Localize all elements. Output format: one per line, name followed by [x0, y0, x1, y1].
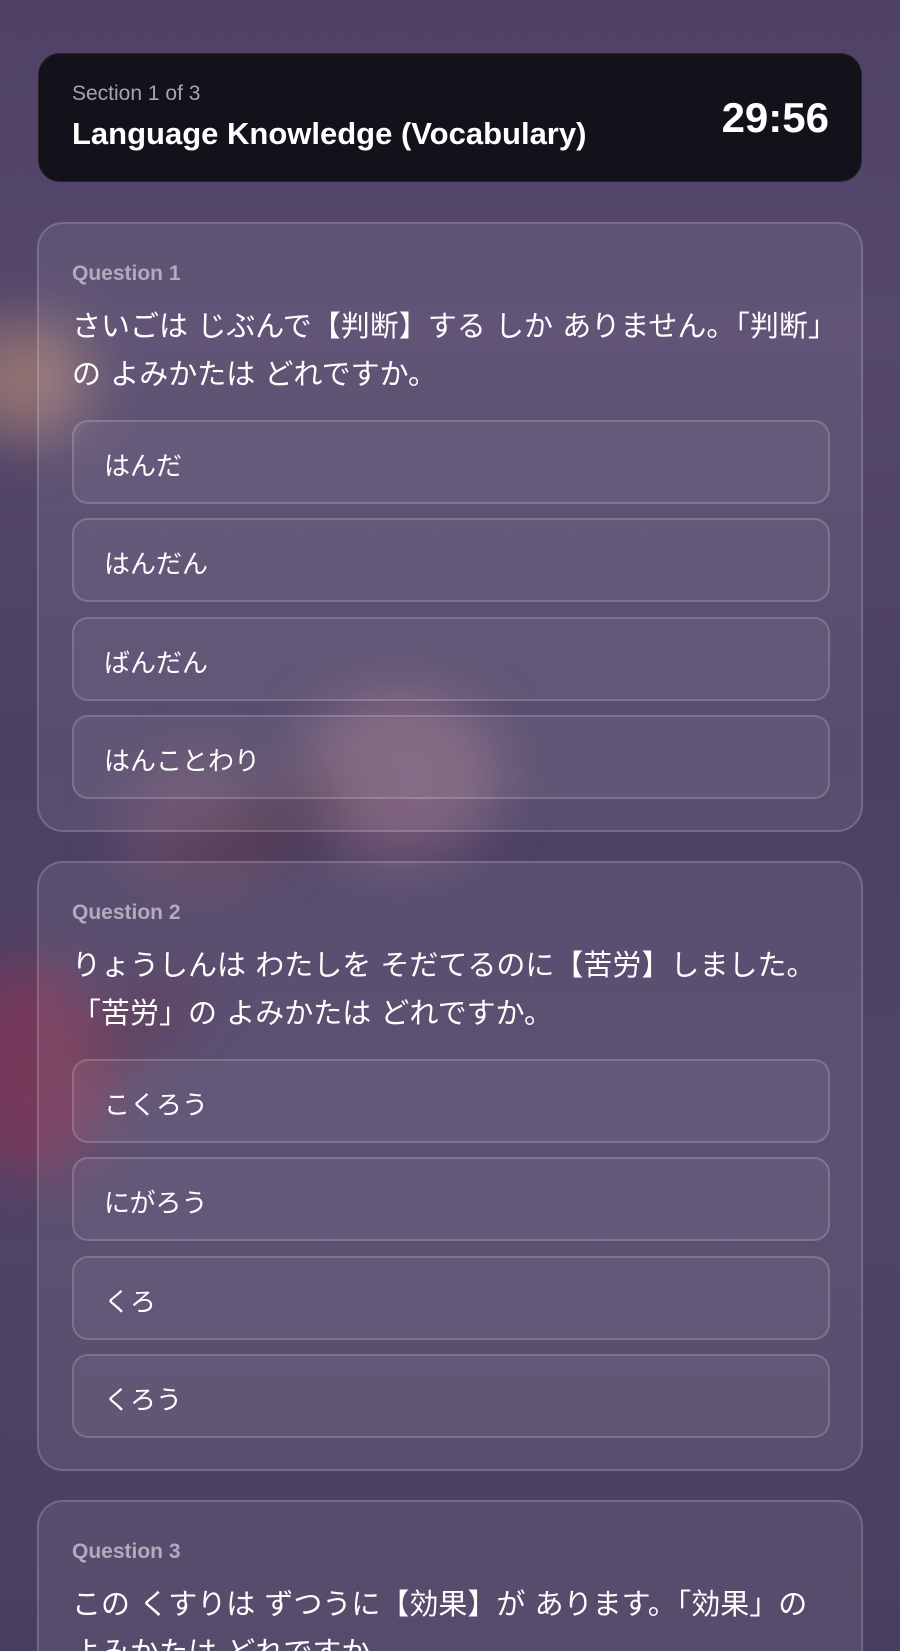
- question-text: この くすりは ずつうに【効果】が あります。「効果」の よみかたは どれですか…: [72, 1587, 808, 1651]
- option-label: はんだ: [104, 452, 183, 482]
- section-indicator: Section 1 of 3: [72, 82, 201, 105]
- question-label: Question 2: [72, 901, 181, 924]
- answer-option[interactable]: はんだ: [72, 420, 830, 504]
- answer-option[interactable]: にがろう: [72, 1157, 830, 1241]
- question-label: Question 1: [72, 262, 181, 285]
- option-label: くろ: [104, 1288, 157, 1318]
- question-text: りょうしんは わたしを そだてるのに【苦労】しました。「苦労」の よみかたは ど…: [72, 948, 816, 1030]
- answer-option[interactable]: くろ: [72, 1256, 830, 1340]
- section-title: Language Knowledge (Vocabulary): [72, 116, 587, 151]
- option-label: こくろう: [104, 1091, 209, 1121]
- question-card-3: Question 3 この くすりは ずつうに【効果】が あります。「効果」の …: [37, 1500, 863, 1651]
- option-label: はんだん: [104, 550, 209, 580]
- question-label: Question 3: [72, 1540, 181, 1563]
- exam-header: Section 1 of 3 Language Knowledge (Vocab…: [38, 53, 862, 182]
- answer-option[interactable]: はんことわり: [72, 715, 830, 799]
- answer-option[interactable]: くろう: [72, 1354, 830, 1438]
- answer-option[interactable]: こくろう: [72, 1059, 830, 1143]
- question-card-2: Question 2 りょうしんは わたしを そだてるのに【苦労】しました。「苦…: [37, 861, 863, 1471]
- option-label: くろう: [104, 1386, 183, 1416]
- option-label: ばんだん: [104, 649, 209, 679]
- answer-option[interactable]: ばんだん: [72, 617, 830, 701]
- countdown-timer: 29:56: [721, 94, 829, 141]
- question-card-1: Question 1 さいごは じぶんで【判断】する しか ありません。「判断」…: [37, 222, 863, 832]
- option-label: はんことわり: [104, 747, 261, 777]
- question-text: さいごは じぶんで【判断】する しか ありません。「判断」の よみかたは どれで…: [72, 309, 823, 391]
- answer-option[interactable]: はんだん: [72, 518, 830, 602]
- option-label: にがろう: [104, 1189, 208, 1219]
